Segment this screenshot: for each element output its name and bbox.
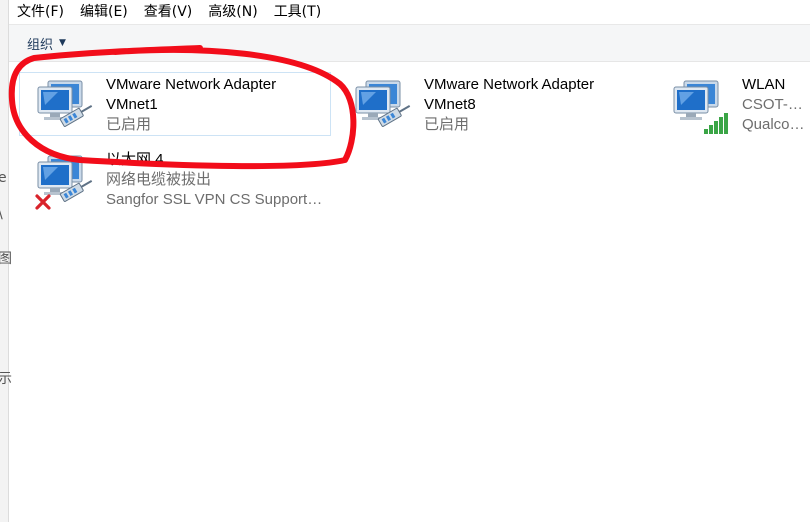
- adapter-status: Sangfor SSL VPN CS Support S...: [106, 191, 326, 208]
- menu-view[interactable]: 查看(V): [136, 0, 201, 24]
- menu-bar: 文件(F) 编辑(E) 查看(V) 高级(N) 工具(T): [9, 0, 810, 25]
- adapter-text: WLAN CSOT-Guest Qualcomm: [742, 75, 805, 135]
- left-edge-glyph: \: [0, 206, 3, 222]
- adapter-text: VMware Network Adapter VMnet1 已启用: [106, 75, 326, 135]
- disconnected-adapter-icon: [35, 155, 93, 210]
- adapter-wlan[interactable]: WLAN CSOT-Guest Qualcomm: [655, 72, 810, 136]
- menu-tools[interactable]: 工具(T): [266, 0, 329, 24]
- menu-edit[interactable]: 编辑(E): [72, 0, 136, 24]
- adapter-network: 网络电缆被拔出: [106, 171, 212, 188]
- wireless-adapter-icon: [673, 80, 728, 134]
- adapter-name: WLAN: [742, 76, 786, 93]
- adapter-network: CSOT-Guest: [742, 96, 805, 113]
- adapter-vmnet1[interactable]: VMware Network Adapter VMnet1 已启用: [19, 72, 331, 136]
- adapter-text: VMware Network Adapter VMnet8 已启用: [424, 75, 644, 135]
- adapter-network: VMnet1: [106, 96, 158, 113]
- adapter-name: VMware Network Adapter: [424, 76, 595, 93]
- left-edge-glyph: e: [0, 170, 7, 186]
- organize-label: 组织: [27, 37, 54, 53]
- adapter-network: VMnet8: [424, 96, 476, 113]
- adapter-status: Qualcomm: [742, 116, 805, 133]
- left-window-edge: e \ 图 示: [0, 0, 12, 522]
- network-adapter-icon: [37, 80, 93, 127]
- organize-button[interactable]: 组织 ▼: [21, 31, 72, 56]
- adapter-name: VMware Network Adapter: [106, 76, 277, 93]
- adapter-status: 已启用: [106, 116, 152, 133]
- adapter-status: 已启用: [424, 116, 470, 133]
- menu-advanced[interactable]: 高级(N): [200, 0, 265, 24]
- chevron-down-icon: ▼: [59, 38, 66, 48]
- adapter-name: 以太网 4: [106, 151, 164, 168]
- command-bar: 组织 ▼: [9, 25, 810, 62]
- adapter-text: 以太网 4 网络电缆被拔出 Sangfor SSL VPN CS Support…: [106, 150, 326, 210]
- adapter-list: VMware Network Adapter VMnet1 已启用 VMware…: [9, 62, 810, 522]
- network-adapter-icon: [355, 80, 411, 127]
- menu-file[interactable]: 文件(F): [9, 0, 72, 24]
- adapter-ethernet4[interactable]: 以太网 4 网络电缆被拔出 Sangfor SSL VPN CS Support…: [19, 147, 331, 211]
- adapter-vmnet8[interactable]: VMware Network Adapter VMnet8 已启用: [337, 72, 649, 136]
